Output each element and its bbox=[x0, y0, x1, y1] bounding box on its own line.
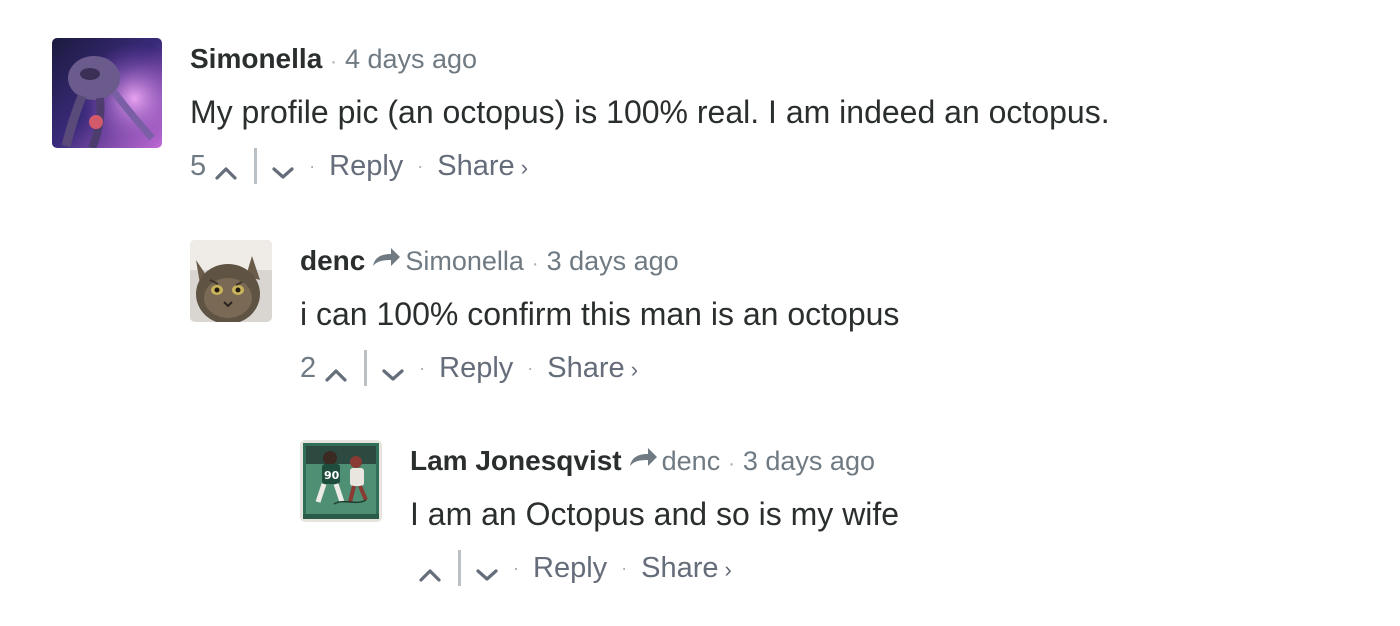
upvote-count: 5 bbox=[190, 149, 207, 182]
parent-author-link[interactable]: Simonella bbox=[405, 244, 524, 278]
comment-footer: 2 · Reply · Share › bbox=[300, 348, 899, 388]
author-name[interactable]: Lam Jonesqvist bbox=[410, 444, 622, 478]
footer-dot: · bbox=[309, 155, 316, 176]
timestamp[interactable]: 3 days ago bbox=[547, 244, 679, 278]
reply-link[interactable]: Reply bbox=[329, 150, 403, 183]
footer-dot: · bbox=[417, 155, 424, 176]
share-label: Share bbox=[547, 351, 625, 384]
comment-text: I am an Octopus and so is my wife bbox=[410, 496, 900, 532]
reply-link[interactable]: Reply bbox=[533, 552, 607, 585]
downvote-icon[interactable] bbox=[271, 157, 295, 179]
comment-text: My profile pic (an octopus) is 100% real… bbox=[190, 94, 1110, 130]
vote-divider bbox=[364, 350, 368, 386]
share-chevron-icon: › bbox=[724, 556, 732, 582]
timestamp[interactable]: 4 days ago bbox=[345, 42, 477, 76]
upvote-count: 2 bbox=[300, 351, 317, 384]
comment-footer: 5 · Reply · Share › bbox=[190, 146, 1110, 186]
downvote-icon[interactable] bbox=[381, 359, 405, 381]
share-chevron-icon: › bbox=[520, 154, 529, 180]
share-link[interactable]: Share › bbox=[437, 150, 528, 183]
footer-dot: · bbox=[419, 357, 426, 378]
reply-to-arrow-icon bbox=[371, 244, 401, 268]
meta-dot: · bbox=[531, 253, 539, 275]
author-name[interactable]: Simonella bbox=[190, 42, 322, 76]
reply-link[interactable]: Reply bbox=[439, 352, 513, 385]
comment-footer: · Reply · Share › bbox=[410, 548, 899, 588]
footer-dot: · bbox=[513, 557, 519, 578]
upvote-icon[interactable] bbox=[324, 359, 348, 382]
octopus-avatar-icon bbox=[52, 38, 162, 148]
reply-to-arrow-icon bbox=[628, 444, 658, 468]
upvote-icon[interactable] bbox=[418, 559, 442, 582]
avatar[interactable] bbox=[52, 38, 162, 148]
avatar[interactable]: 90 bbox=[300, 440, 382, 522]
comment-text: i can 100% confirm this man is an octopu… bbox=[300, 296, 900, 332]
share-label: Share bbox=[437, 149, 515, 182]
share-chevron-icon: › bbox=[630, 356, 639, 382]
comment-1: Simonella · 4 days ago My profile pic (a… bbox=[52, 38, 1110, 186]
footer-dot: · bbox=[527, 357, 534, 378]
cat-avatar-icon bbox=[190, 240, 272, 322]
vote-divider bbox=[254, 148, 258, 184]
svg-text:90: 90 bbox=[324, 469, 340, 482]
comment-2: denc Simonella · 3 days ago i can 100% c… bbox=[190, 240, 899, 388]
comment-meta: Simonella · 4 days ago bbox=[190, 42, 1110, 79]
timestamp[interactable]: 3 days ago bbox=[743, 444, 875, 478]
share-link[interactable]: Share › bbox=[641, 552, 732, 585]
meta-dot: · bbox=[728, 453, 735, 475]
avatar[interactable] bbox=[190, 240, 272, 322]
football-card-avatar-icon: 90 bbox=[300, 440, 382, 522]
comment-meta: Lam Jonesqvist denc · 3 days ago bbox=[410, 444, 899, 481]
meta-dot: · bbox=[330, 51, 337, 73]
downvote-icon[interactable] bbox=[475, 559, 499, 581]
comment-3: 90 Lam Jonesqvist denc · 3 days ago I am… bbox=[300, 440, 899, 588]
share-label: Share bbox=[641, 551, 719, 584]
author-name[interactable]: denc bbox=[300, 244, 365, 278]
upvote-icon[interactable] bbox=[214, 157, 238, 180]
vote-divider bbox=[458, 550, 461, 586]
share-link[interactable]: Share › bbox=[547, 352, 638, 385]
footer-dot: · bbox=[621, 557, 628, 578]
comment-meta: denc Simonella · 3 days ago bbox=[300, 244, 899, 281]
parent-author-link[interactable]: denc bbox=[662, 444, 721, 478]
